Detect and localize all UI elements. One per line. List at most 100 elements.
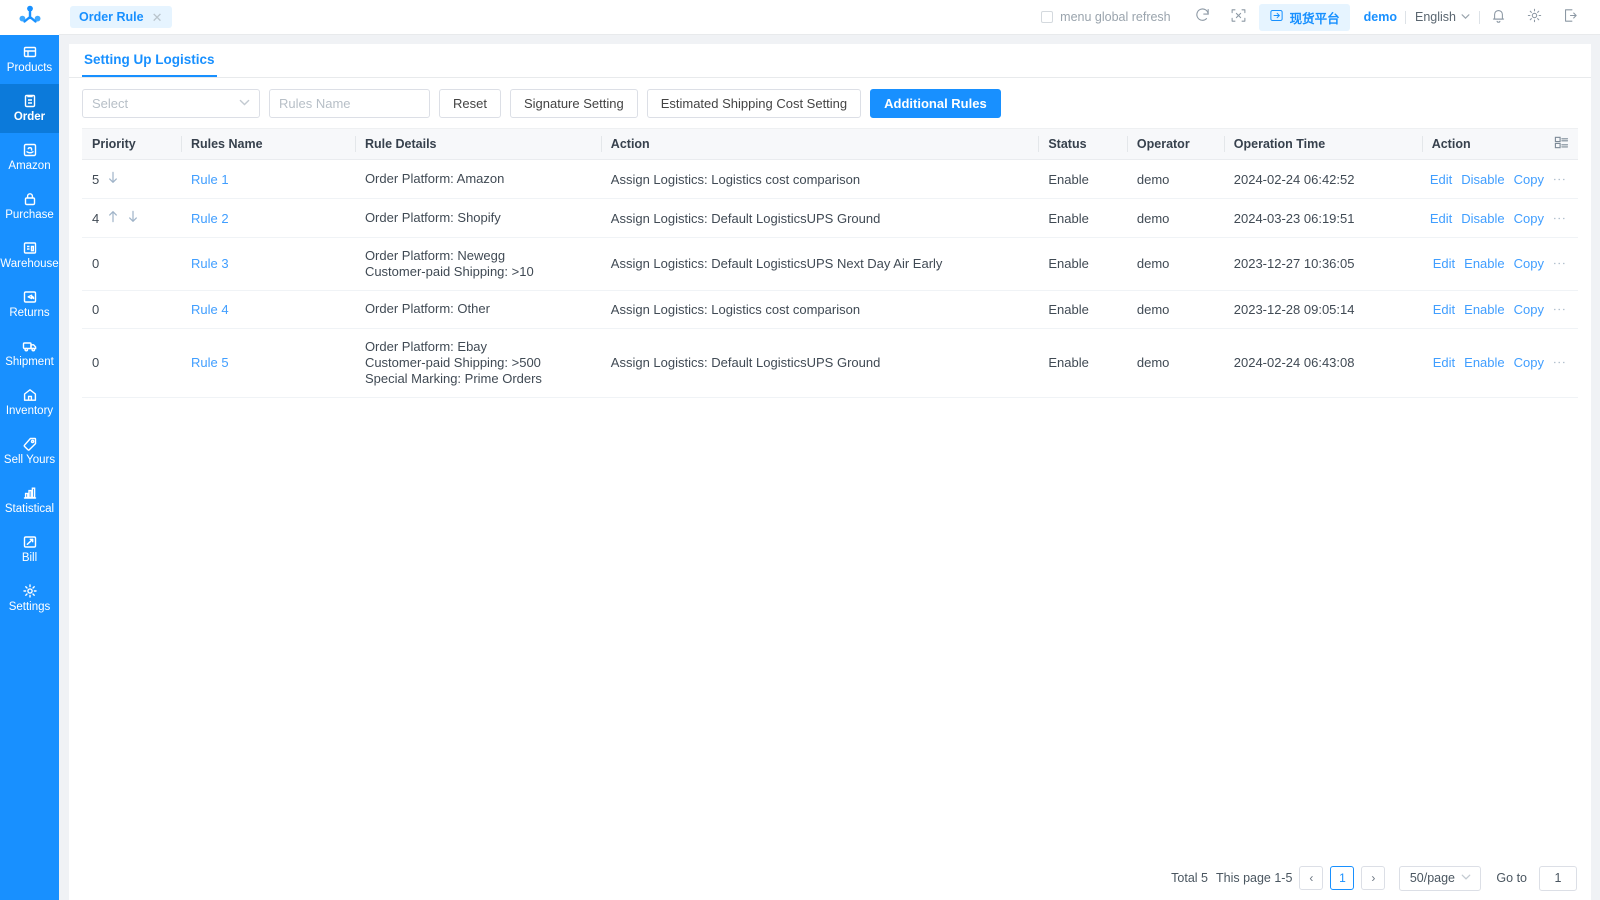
cell-rule-name: Rule 5 (180, 328, 355, 398)
page-size-select[interactable]: 50/page (1399, 865, 1482, 891)
language-selector[interactable]: English (1406, 10, 1479, 24)
sidebar-item-amazon[interactable]: Amazon (0, 133, 59, 182)
row-action-link[interactable]: Disable (1461, 211, 1504, 226)
settings-button[interactable] (1516, 7, 1552, 27)
rule-detail-line: Order Platform: Amazon (364, 171, 505, 187)
sidebar-item-label: Sell Yours (3, 454, 56, 466)
sidebar-item-label: Settings (8, 601, 51, 613)
table-empty-space (82, 398, 1578, 856)
row-action-link[interactable]: Copy (1514, 172, 1544, 187)
sidebar-item-sell-yours[interactable]: Sell Yours (0, 427, 59, 476)
user-menu[interactable]: demo (1356, 10, 1405, 24)
column-settings-icon[interactable] (1554, 135, 1569, 153)
sidebar-item-warehouse[interactable]: Warehouse (0, 231, 59, 280)
goto-page-input[interactable] (1539, 865, 1577, 891)
more-actions-icon[interactable]: ⋮ (1552, 212, 1567, 225)
cell-status: Enable (1038, 328, 1127, 398)
row-action-link[interactable]: Copy (1514, 211, 1544, 226)
cell-priority: 0 (82, 237, 181, 291)
estimated-shipping-cost-setting-button[interactable]: Estimated Shipping Cost Setting (646, 89, 862, 118)
cell-action: Assign Logistics: Default LogisticsUPS G… (600, 328, 1039, 398)
priority-up-arrow-icon[interactable] (107, 210, 119, 226)
sidebar-item-label: Order (13, 111, 46, 123)
page-number-1[interactable]: 1 (1330, 866, 1355, 890)
cell-rule-details: Order Platform: Newegg Customer-paid Ship… (354, 237, 601, 291)
cell-row-actions: Edit Enable Copy ⋮ (1421, 237, 1578, 291)
menu-global-refresh-checkbox[interactable]: menu global refresh (1041, 10, 1171, 24)
cell-operation-time: 2024-03-23 06:19:51 (1223, 198, 1422, 238)
row-action-link[interactable]: Copy (1514, 302, 1544, 317)
collapse-screen-button[interactable] (1221, 7, 1257, 27)
sidebar-item-products[interactable]: Products (0, 35, 59, 84)
refresh-button[interactable] (1185, 7, 1221, 27)
platform-switch-button[interactable]: 现货平台 (1258, 3, 1350, 31)
tab-setting-up-logistics[interactable]: Setting Up Logistics (82, 52, 217, 77)
row-action-link[interactable]: Edit (1430, 211, 1452, 226)
more-actions-icon[interactable]: ⋮ (1552, 303, 1567, 316)
rule-detail-line: Customer-paid Shipping: >500 (364, 354, 541, 370)
refresh-icon (1194, 7, 1211, 27)
rules-name-input[interactable] (269, 89, 430, 118)
cell-status: Enable (1038, 159, 1127, 199)
sidebar-item-label: Bill (21, 552, 38, 564)
cell-rule-name: Rule 1 (180, 159, 355, 199)
row-action-link[interactable]: Enable (1464, 355, 1504, 370)
cell-action: Assign Logistics: Default LogisticsUPS G… (600, 198, 1039, 238)
column-header-label: Action (610, 137, 650, 151)
rule-name-link[interactable]: Rule 2 (191, 211, 229, 226)
sidebar-item-bill[interactable]: Bill (0, 525, 59, 574)
more-actions-icon[interactable]: ⋮ (1552, 173, 1567, 186)
bell-icon (1490, 7, 1507, 27)
rule-name-link[interactable]: Rule 5 (191, 355, 229, 370)
signature-setting-button[interactable]: Signature Setting (509, 89, 638, 118)
sidebar-item-order[interactable]: Order (0, 84, 59, 133)
cell-operation-time: 2023-12-28 09:05:14 (1223, 290, 1422, 329)
column-header-label: Status (1048, 137, 1087, 151)
close-icon[interactable]: ✕ (152, 11, 163, 24)
tab-label: Order Rule (79, 10, 144, 24)
rules-table: Priority Rules Name Rule Details Action Stat… (82, 129, 1578, 398)
logo[interactable] (0, 0, 59, 35)
select-filter[interactable]: Select (82, 89, 260, 118)
next-page-button[interactable]: › (1361, 866, 1386, 890)
more-actions-icon[interactable]: ⋮ (1552, 356, 1567, 369)
additional-rules-button[interactable]: Additional Rules (870, 89, 1001, 118)
priority-value: 0 (92, 301, 100, 317)
cell-operation-time: 2023-12-27 10:36:05 (1223, 237, 1422, 291)
rule-name-link[interactable]: Rule 4 (191, 302, 229, 317)
column-header-label: Operator (1136, 137, 1190, 151)
logout-button[interactable] (1552, 7, 1588, 27)
row-action-link[interactable]: Copy (1514, 355, 1544, 370)
row-action-link[interactable]: Edit (1433, 355, 1455, 370)
sidebar-item-inventory[interactable]: Inventory (0, 378, 59, 427)
sidebar-item-label: Statistical (4, 503, 55, 515)
amazon-icon (22, 142, 38, 158)
row-action-link[interactable]: Edit (1433, 302, 1455, 317)
row-action-link[interactable]: Enable (1464, 302, 1504, 317)
sidebar-item-statistical[interactable]: Statistical (0, 476, 59, 525)
priority-value: 0 (92, 256, 100, 272)
sidebar-item-shipment[interactable]: Shipment (0, 329, 59, 378)
notifications-button[interactable] (1480, 7, 1516, 27)
chevron-down-icon (1461, 871, 1471, 885)
priority-down-arrow-icon[interactable] (127, 210, 139, 226)
row-action-link[interactable]: Edit (1430, 172, 1452, 187)
app-root: Products Order Amazon Purchase Warehouse Retu… (0, 0, 1600, 900)
sidebar-item-returns[interactable]: Returns (0, 280, 59, 329)
row-action-link[interactable]: Edit (1433, 256, 1455, 271)
sidebar-item-purchase[interactable]: Purchase (0, 182, 59, 231)
rule-name-link[interactable]: Rule 1 (191, 172, 229, 187)
sidebar-item-settings[interactable]: Settings (0, 574, 59, 623)
priority-down-arrow-icon[interactable] (107, 171, 119, 187)
rule-name-link[interactable]: Rule 3 (191, 256, 229, 271)
row-action-link[interactable]: Copy (1514, 256, 1544, 271)
cell-row-actions: Edit Enable Copy ⋮ (1421, 328, 1578, 398)
column-header-label: Rules Name (190, 137, 263, 151)
prev-page-button[interactable]: ‹ (1299, 866, 1324, 890)
tab-order-rule[interactable]: Order Rule ✕ (70, 6, 172, 28)
reset-button[interactable]: Reset (439, 89, 501, 118)
more-actions-icon[interactable]: ⋮ (1552, 257, 1567, 270)
rule-detail-line: Order Platform: Ebay (364, 338, 488, 354)
row-action-link[interactable]: Disable (1461, 172, 1504, 187)
row-action-link[interactable]: Enable (1464, 256, 1504, 271)
